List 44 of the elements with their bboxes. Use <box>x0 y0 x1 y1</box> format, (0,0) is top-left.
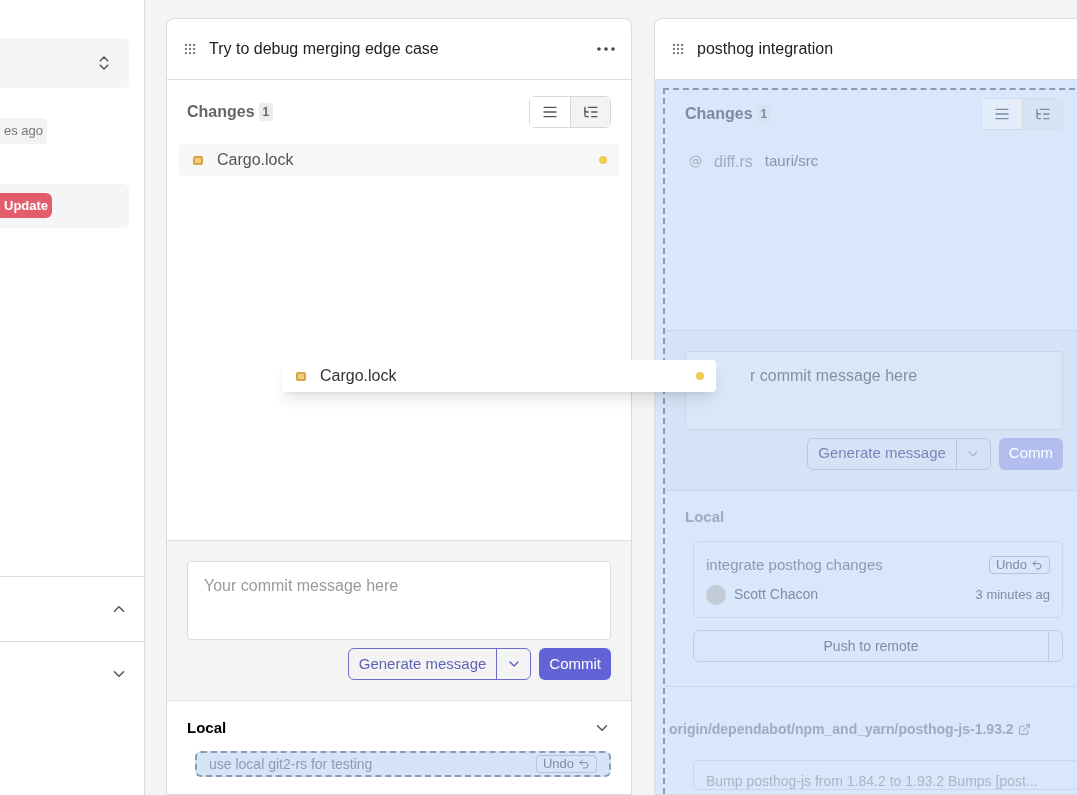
section-title: Changes <box>187 102 255 122</box>
tree-icon <box>582 104 599 120</box>
commit-button[interactable]: Comm <box>998 437 1063 470</box>
external-link-icon <box>1017 723 1031 737</box>
file-row[interactable]: diff.rs tauri/src <box>677 145 1071 178</box>
drag-handle-icon <box>671 41 685 56</box>
list-view-button[interactable] <box>982 98 1022 129</box>
file-name: Cargo.lock <box>320 366 397 386</box>
update-badge: Update <box>0 192 53 219</box>
commit-message: use local git2-rs for testing <box>209 755 373 773</box>
list-icon <box>542 104 558 120</box>
section-title: Changes <box>685 103 753 124</box>
section-title: Local <box>685 507 725 528</box>
count-badge: 1 <box>756 104 772 123</box>
package-icon <box>191 153 205 167</box>
undo-icon <box>578 758 590 770</box>
package-icon <box>294 369 308 383</box>
commit-card[interactable]: use local git2-rs for testing Undo <box>195 751 611 777</box>
file-row[interactable]: Cargo.lock <box>179 144 619 176</box>
count-badge: 1 <box>258 103 274 121</box>
time-badge: es ago <box>0 118 48 144</box>
lane-title: posthog integration <box>697 38 834 59</box>
section-title: Local <box>187 717 227 738</box>
file-name: diff.rs <box>714 151 753 172</box>
lane-title: Try to debug merging edge case <box>209 39 439 59</box>
more-icon[interactable] <box>597 47 615 51</box>
commit-message: integrate posthog changes <box>706 554 883 575</box>
tree-view-button[interactable] <box>1022 98 1062 129</box>
file-icon <box>689 155 702 169</box>
tree-view-button[interactable] <box>570 97 610 127</box>
commit-card[interactable]: integrate posthog changes Undo Scott Chacon 3 minutes ag <box>693 540 1063 619</box>
file-path: tauri/src <box>764 151 819 172</box>
author-name: Scott Chacon <box>734 585 819 605</box>
commit-message-field[interactable]: Your commit message here <box>187 561 611 640</box>
commit-message-field[interactable]: r commit message here <box>685 350 1063 430</box>
branch-name: origin/dependabot/npm_and_yarn/posthog-js-1.93.2 <box>669 720 1014 740</box>
file-name: Cargo.lock <box>217 150 294 170</box>
avatar <box>706 584 726 605</box>
commit-button[interactable]: Commit <box>539 648 611 680</box>
drag-handle-icon <box>183 42 197 56</box>
commit-time: 3 minutes ag <box>975 585 1050 604</box>
undo-button[interactable]: Undo <box>535 755 597 773</box>
undo-button[interactable]: Undo <box>988 555 1050 574</box>
undo-icon <box>1031 558 1043 571</box>
